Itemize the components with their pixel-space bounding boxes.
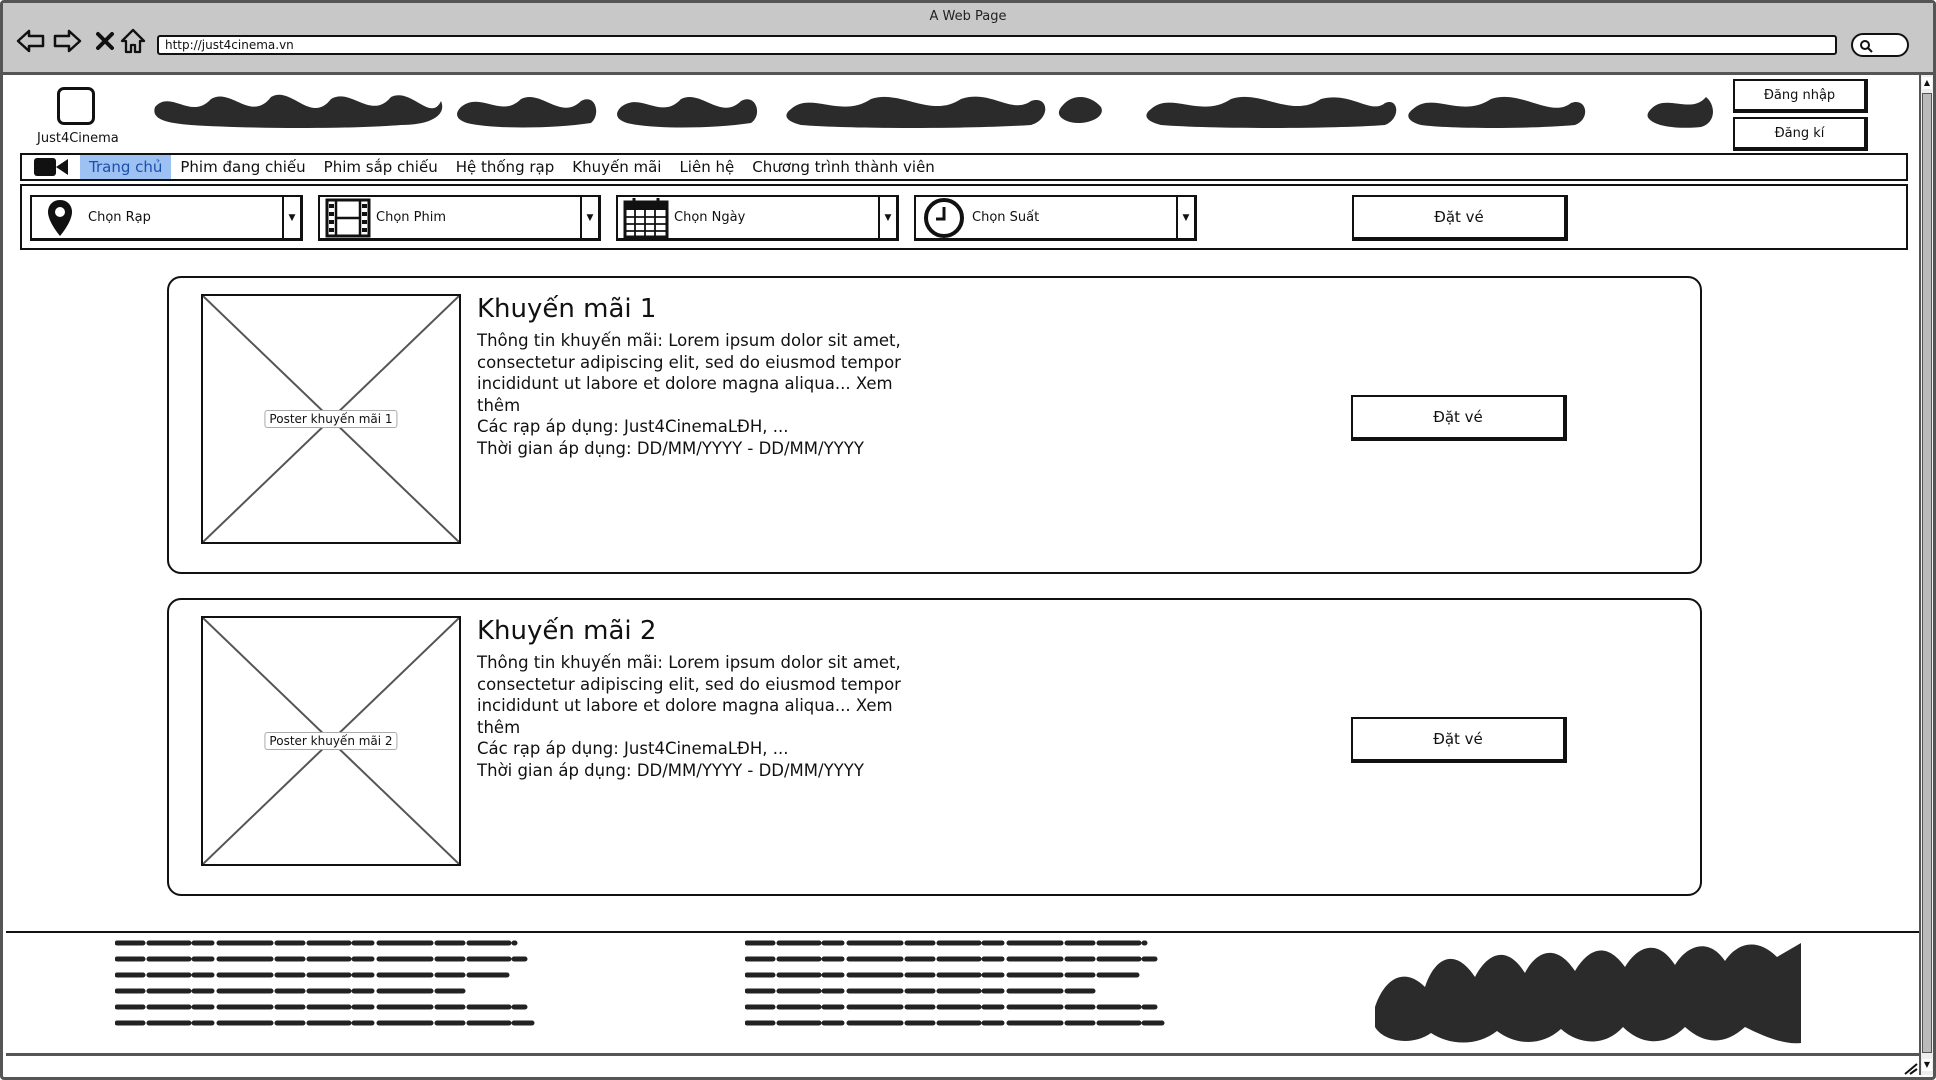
booking-filter-bar: Chọn Rạp ▼ Chọn Phim ▼ Chọn Ngày ▼ Chọn … (20, 184, 1908, 250)
footer-text-scribble (115, 940, 536, 1026)
menu-item-contact[interactable]: Liên hệ (670, 155, 743, 179)
chevron-down-icon: ▼ (1176, 197, 1194, 238)
promo-card: Poster khuyến mãi 2 Khuyến mãi 2 Thông t… (167, 598, 1702, 896)
calendar-icon (618, 197, 674, 239)
home-icon[interactable] (117, 25, 149, 57)
logo-text: Just4Cinema (37, 131, 119, 146)
film-icon (320, 198, 376, 238)
promo-title: Khuyến mãi 1 (477, 294, 657, 324)
promo-details: Thông tin khuyến mãi: Lorem ipsum dolor … (477, 330, 917, 460)
browser-search-box[interactable] (1851, 33, 1909, 57)
menu-item-promotions[interactable]: Khuyến mãi (563, 155, 670, 179)
promo-period: Thời gian áp dụng: DD/MM/YYYY - DD/MM/YY… (477, 760, 864, 780)
footer-text-scribble (745, 940, 1166, 1026)
footer-divider (6, 931, 1922, 933)
promo-description: Thông tin khuyến mãi: Lorem ipsum dolor … (477, 653, 901, 737)
promo-title: Khuyến mãi 2 (477, 616, 657, 646)
promo-poster[interactable]: Poster khuyến mãi 2 (201, 616, 461, 866)
menu-item-home[interactable]: Trang chủ (80, 155, 172, 179)
menu-item-membership[interactable]: Chương trình thành viên (743, 155, 944, 179)
resize-grip-icon[interactable] (1901, 1061, 1919, 1075)
chevron-down-icon: ▼ (580, 197, 598, 238)
date-select[interactable]: Chọn Ngày ▼ (616, 195, 899, 241)
movie-select[interactable]: Chọn Phim ▼ (318, 195, 601, 241)
book-ticket-button[interactable]: Đặt vé (1352, 195, 1568, 241)
promo-period: Thời gian áp dụng: DD/MM/YYYY - DD/MM/YY… (477, 438, 864, 458)
promo-card: Poster khuyến mãi 1 Khuyến mãi 1 Thông t… (167, 276, 1702, 574)
browser-titlebar: A Web Page http://just4cinema.vn (3, 3, 1933, 75)
date-select-label: Chọn Ngày (674, 210, 746, 225)
book-ticket-button[interactable]: Đặt vé (1351, 395, 1567, 441)
video-camera-icon (22, 155, 80, 179)
scroll-down-icon[interactable]: ▼ (1922, 1059, 1932, 1071)
login-button[interactable]: Đăng nhập (1733, 79, 1868, 113)
main-menu: Trang chủ Phim đang chiếu Phim sắp chiếu… (20, 153, 1908, 181)
scroll-up-icon[interactable]: ▲ (1922, 77, 1932, 89)
movie-select-label: Chọn Phim (376, 210, 446, 225)
window-title: A Web Page (929, 9, 1007, 24)
promo-details: Thông tin khuyến mãi: Lorem ipsum dolor … (477, 652, 917, 782)
register-button[interactable]: Đăng kí (1733, 117, 1868, 151)
status-bar-divider (6, 1053, 1922, 1056)
chevron-down-icon: ▼ (282, 197, 300, 238)
address-bar[interactable]: http://just4cinema.vn (157, 35, 1837, 55)
showtime-select-label: Chọn Suất (972, 210, 1040, 225)
theater-select-label: Chọn Rạp (88, 210, 151, 225)
clock-icon (916, 197, 972, 239)
menu-item-now-showing[interactable]: Phim đang chiếu (171, 155, 314, 179)
menu-item-coming-soon[interactable]: Phim sắp chiếu (315, 155, 447, 179)
promo-description: Thông tin khuyến mãi: Lorem ipsum dolor … (477, 331, 901, 415)
menu-item-theaters[interactable]: Hệ thống rạp (447, 155, 564, 179)
promo-theaters: Các rạp áp dụng: Just4CinemaLĐH, ... (477, 417, 789, 437)
theater-select[interactable]: Chọn Rạp ▼ (30, 195, 303, 241)
browser-window: A Web Page http://just4cinema.vn Just4Ci… (0, 0, 1936, 1080)
poster-caption: Poster khuyến mãi 1 (264, 410, 398, 428)
scrollbar-thumb[interactable] (1922, 93, 1932, 1053)
showtime-select[interactable]: Chọn Suất ▼ (914, 195, 1197, 241)
back-icon[interactable] (15, 25, 47, 57)
forward-icon[interactable] (51, 25, 83, 57)
chevron-down-icon: ▼ (878, 197, 896, 238)
book-ticket-button[interactable]: Đặt vé (1351, 717, 1567, 763)
footer-image-scribble (1375, 943, 1801, 1044)
logo-icon[interactable] (57, 87, 95, 125)
search-icon (1860, 40, 1873, 53)
banner-scribble (154, 94, 1713, 128)
map-pin-icon (32, 198, 88, 238)
promo-theaters: Các rạp áp dụng: Just4CinemaLĐH, ... (477, 739, 789, 759)
vertical-scrollbar[interactable]: ▲ ▼ (1919, 75, 1933, 1075)
promo-poster[interactable]: Poster khuyến mãi 1 (201, 294, 461, 544)
poster-caption: Poster khuyến mãi 2 (264, 732, 398, 750)
